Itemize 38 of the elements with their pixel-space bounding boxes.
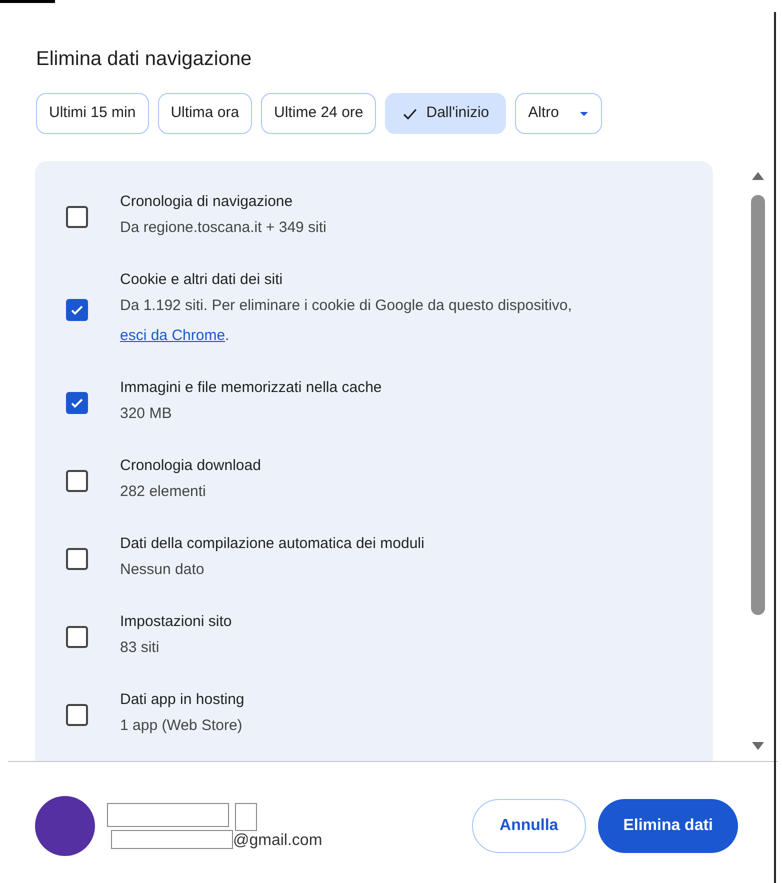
delete-data-button[interactable]: Elimina dati: [598, 799, 738, 853]
account-email: @gmail.com: [233, 831, 322, 851]
cancel-button[interactable]: Annulla: [472, 799, 586, 853]
option-title: Immagini e file memorizzati nella cache: [120, 378, 383, 398]
time-range-chip[interactable]: Ultime 24 ore: [261, 93, 376, 134]
checkmark-icon: [70, 303, 84, 317]
option-description: 1 app (Web Store): [120, 716, 244, 736]
option-title: Cronologia download: [120, 456, 262, 476]
checkbox[interactable]: [66, 470, 88, 492]
option-description: Nessun dato: [120, 560, 206, 580]
option-title: Cronologia di navigazione: [120, 192, 294, 212]
checkbox[interactable]: [66, 392, 88, 414]
scroll-up-arrow-icon[interactable]: [751, 171, 765, 181]
redaction-box: [235, 803, 257, 831]
time-range-chip[interactable]: Dall'inizio: [385, 93, 506, 134]
checkbox[interactable]: [66, 299, 88, 321]
checkbox[interactable]: [66, 704, 88, 726]
option-description: Da regione.toscana.it + 349 siti: [120, 218, 328, 238]
checkmark-icon: [70, 396, 84, 410]
option-description: Da 1.192 siti. Per eliminare i cookie di Google da questo dispositivo, esci da Chrome.: [120, 296, 573, 346]
time-range-chip[interactable]: Ultimi 15 min: [36, 93, 149, 134]
option-title: Dati della compilazione automatica dei moduli: [120, 534, 426, 554]
time-range-chip[interactable]: Ultima ora: [158, 93, 252, 134]
option-description: 282 elementi: [120, 482, 207, 502]
option-title: Impostazioni sito: [120, 612, 233, 632]
scroll-down-arrow-icon[interactable]: [751, 741, 765, 751]
dropdown-chip[interactable]: Altro: [515, 93, 602, 134]
dialog-title: Elimina dati navigazione: [36, 47, 253, 72]
checkbox[interactable]: [66, 206, 88, 228]
sign-out-link[interactable]: esci da Chrome: [120, 327, 226, 344]
checkbox[interactable]: [66, 548, 88, 570]
caret-icon: [578, 110, 589, 116]
scrollbar-thumb[interactable]: [751, 195, 765, 615]
option-title: Cookie e altri dati dei siti: [120, 270, 284, 290]
option-title: Dati app in hosting: [120, 690, 246, 710]
option-description: 320 MB: [120, 404, 173, 424]
checkbox[interactable]: [66, 626, 88, 648]
option-description: 83 siti: [120, 638, 160, 658]
